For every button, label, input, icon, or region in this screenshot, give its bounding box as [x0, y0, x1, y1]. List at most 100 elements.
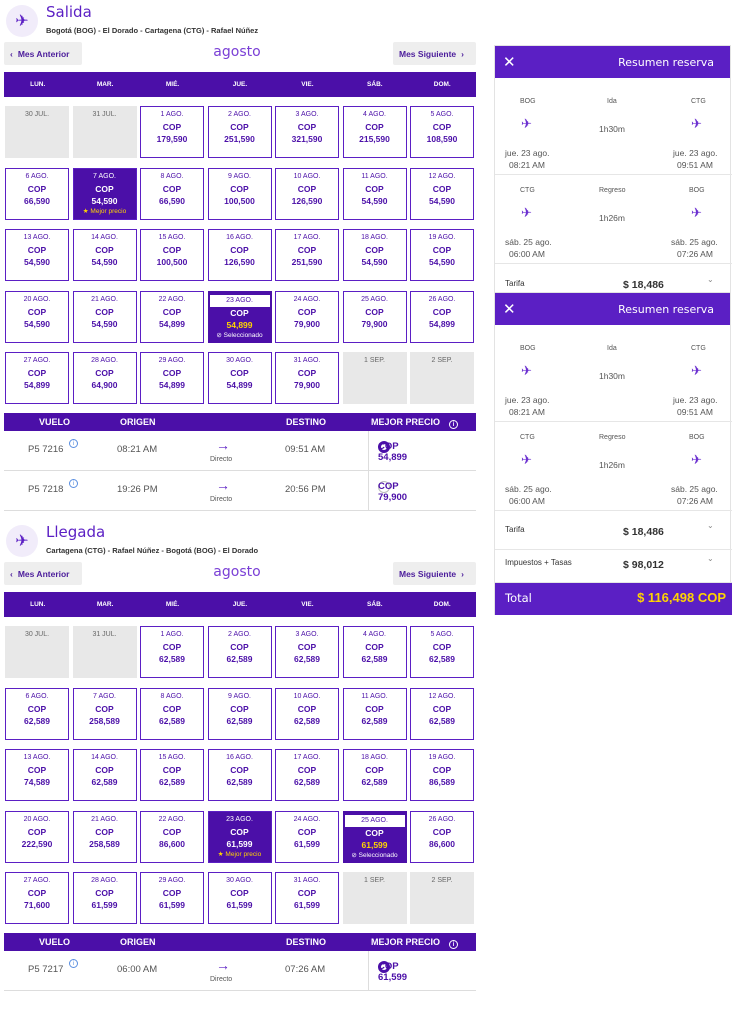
- calendar-day[interactable]: 19 AGO. COP 86,589: [410, 749, 474, 801]
- flight-row[interactable]: P5 7218 i 19:26 PM → Directo 20:56 PM COP 79,9…: [4, 471, 476, 511]
- calendar-day[interactable]: 29 AGO. COP 61,599: [140, 872, 204, 924]
- calendar-day[interactable]: 1 AGO. COP 179,590: [140, 106, 204, 158]
- calendar-day[interactable]: 17 AGO. COP 251,590: [275, 229, 339, 281]
- calendar-day[interactable]: 2 AGO. COP 62,589: [207, 626, 272, 678]
- calendar-day[interactable]: 14 AGO. COP 54,590: [72, 229, 137, 281]
- calendar-day[interactable]: 25 AGO. COP 61,599 ⊘ Seleccionado: [342, 810, 407, 863]
- day-currency: COP: [230, 765, 249, 775]
- day-date: 4 AGO.: [363, 111, 386, 118]
- calendar-day[interactable]: 16 AGO. COP 62,589: [207, 749, 272, 801]
- calendar-day[interactable]: 8 AGO. COP 66,590: [140, 167, 204, 220]
- calendar-day[interactable]: 20 AGO. COP 54,590: [5, 290, 69, 343]
- calendar-day[interactable]: 11 AGO. COP 62,589: [342, 687, 407, 740]
- day-date: 13 AGO.: [23, 754, 51, 761]
- calendar-day[interactable]: 22 AGO. COP 86,600: [140, 810, 204, 863]
- close-icon[interactable]: ✕: [503, 53, 516, 71]
- calendar-day[interactable]: 30 AGO. COP 54,899: [207, 352, 272, 404]
- calendar-day[interactable]: 5 AGO. COP 108,590: [410, 106, 474, 158]
- salida-next-month-button[interactable]: Mes Siguiente ›: [393, 42, 476, 65]
- summary-impuestos-row[interactable]: Impuestos + Tasas $ 98,012 ⌄: [495, 550, 732, 583]
- calendar-day[interactable]: 7 AGO. COP 258,589: [72, 687, 137, 740]
- calendar-day[interactable]: 9 AGO. COP 100,500: [207, 167, 272, 220]
- calendar-day[interactable]: 10 AGO. COP 126,590: [275, 167, 339, 220]
- calendar-day[interactable]: 27 AGO. COP 71,600: [5, 872, 69, 924]
- calendar-day[interactable]: 19 AGO. COP 54,590: [410, 229, 474, 281]
- calendar-day[interactable]: 17 AGO. COP 62,589: [275, 749, 339, 801]
- day-currency: COP: [162, 703, 182, 714]
- day-date: 15 AGO.: [158, 754, 186, 761]
- calendar-day[interactable]: 1 AGO. COP 62,589: [140, 626, 204, 678]
- calendar-day[interactable]: 9 AGO. COP 62,589: [207, 687, 272, 740]
- calendar-day[interactable]: 31 AGO. COP 61,599: [275, 872, 339, 924]
- flight-row[interactable]: P5 7217 i 06:00 AM → Directo 07:26 AM COP 61,5…: [4, 951, 476, 991]
- calendar-day[interactable]: 12 AGO. COP 54,590: [410, 167, 474, 220]
- calendar-day[interactable]: 13 AGO. COP 54,590: [5, 229, 69, 281]
- calendar-day[interactable]: 30 AGO. COP 61,599: [207, 872, 272, 924]
- calendar-day[interactable]: 31 AGO. COP 79,900: [275, 352, 339, 404]
- day-date: 15 AGO.: [158, 234, 186, 241]
- calendar-day[interactable]: 13 AGO. COP 74,589: [5, 749, 69, 801]
- salida-prev-month-button[interactable]: ‹ Mes Anterior: [4, 42, 82, 65]
- calendar-day[interactable]: 6 AGO. COP 62,589: [5, 687, 69, 740]
- day-currency: COP: [297, 245, 317, 255]
- calendar-day-disabled: 30 JUL.: [5, 626, 69, 678]
- calendar-day[interactable]: 15 AGO. COP 62,589: [140, 749, 204, 801]
- summary-tarifa-row[interactable]: Tarifa $ 18,486 ⌄: [495, 517, 732, 550]
- calendar-day[interactable]: 6 AGO. COP 66,590: [5, 167, 69, 220]
- calendar-day[interactable]: 8 AGO. COP 62,589: [140, 687, 204, 740]
- calendar-day[interactable]: 28 AGO. COP 61,599: [72, 872, 137, 924]
- calendar-day[interactable]: 11 AGO. COP 54,590: [342, 167, 407, 220]
- calendar-day[interactable]: 26 AGO. COP 54,899: [410, 290, 474, 343]
- calendar-day[interactable]: 18 AGO. COP 62,589: [342, 749, 407, 801]
- calendar-day[interactable]: 28 AGO. COP 64,900: [72, 352, 137, 404]
- calendar-day[interactable]: 18 AGO. COP 54,590: [342, 229, 407, 281]
- calendar-day[interactable]: 23 AGO. COP 61,599 ★ Mejor precio: [207, 810, 272, 863]
- calendar-day[interactable]: 21 AGO. COP 258,589: [72, 810, 137, 863]
- calendar-day[interactable]: 14 AGO. COP 62,589: [72, 749, 137, 801]
- flight-number: P5 7218: [28, 484, 64, 495]
- plane-landing-icon: ✈: [691, 452, 702, 467]
- day-price: 54,590: [361, 257, 388, 267]
- day-currency: COP: [297, 765, 317, 775]
- flight-row[interactable]: P5 7216 i 08:21 AM → Directo 09:51 AM COP 54,8…: [4, 431, 476, 471]
- calendar-day[interactable]: 15 AGO. COP 100,500: [140, 229, 204, 281]
- llegada-next-month-button[interactable]: Mes Siguiente ›: [393, 562, 476, 585]
- close-icon[interactable]: ✕: [503, 300, 516, 318]
- flight-departure: 08:21 AM: [117, 444, 158, 455]
- day-date: 27 AGO.: [23, 357, 51, 364]
- calendar-day[interactable]: 29 AGO. COP 54,899: [140, 352, 204, 404]
- calendar-day[interactable]: 7 AGO. COP 54,590 ★ Mejor precio: [72, 167, 137, 220]
- day-date: 29 AGO.: [158, 357, 186, 364]
- calendar-day-disabled: 1 SEP.: [342, 872, 407, 924]
- calendar-day[interactable]: 12 AGO. COP 62,589: [410, 687, 474, 740]
- day-price: 54,899: [429, 318, 455, 329]
- day-price: 222,590: [21, 838, 53, 849]
- chevron-right-icon: ›: [461, 48, 464, 59]
- calendar-day-disabled: 31 JUL.: [72, 106, 137, 158]
- calendar-day[interactable]: 24 AGO. COP 61,599: [275, 810, 339, 863]
- divider: [368, 951, 369, 991]
- calendar-day[interactable]: 25 AGO. COP 79,900: [342, 290, 407, 343]
- calendar-day[interactable]: 16 AGO. COP 126,590: [207, 229, 272, 281]
- calendar-day[interactable]: 10 AGO. COP 62,589: [275, 687, 339, 740]
- day-currency: COP: [297, 888, 317, 898]
- day-date: 21 AGO.: [91, 295, 118, 303]
- llegada-prev-month-button[interactable]: ‹ Mes Anterior: [4, 562, 82, 585]
- day-currency: COP: [297, 122, 317, 132]
- calendar-day[interactable]: 2 AGO. COP 251,590: [207, 106, 272, 158]
- calendar-day[interactable]: 3 AGO. COP 321,590: [275, 106, 339, 158]
- calendar-day[interactable]: 4 AGO. COP 62,589: [342, 626, 407, 678]
- calendar-day[interactable]: 22 AGO. COP 54,899: [140, 290, 204, 343]
- calendar-day[interactable]: 24 AGO. COP 79,900: [275, 290, 339, 343]
- calendar-day[interactable]: 4 AGO. COP 215,590: [342, 106, 407, 158]
- calendar-day[interactable]: 26 AGO. COP 86,600: [410, 810, 474, 863]
- calendar-day[interactable]: 23 AGO. COP 54,899 ⊘ Seleccionado: [207, 290, 272, 343]
- day-date: 12 AGO.: [428, 172, 456, 180]
- day-date: 20 AGO.: [23, 295, 51, 303]
- calendar-day[interactable]: 20 AGO. COP 222,590: [5, 810, 69, 863]
- calendar-day[interactable]: 27 AGO. COP 54,899: [5, 352, 69, 404]
- calendar-day[interactable]: 3 AGO. COP 62,589: [275, 626, 339, 678]
- calendar-day[interactable]: 5 AGO. COP 62,589: [410, 626, 474, 678]
- calendar-day[interactable]: 21 AGO. COP 54,590: [72, 290, 137, 343]
- day-price: 321,590: [291, 134, 323, 144]
